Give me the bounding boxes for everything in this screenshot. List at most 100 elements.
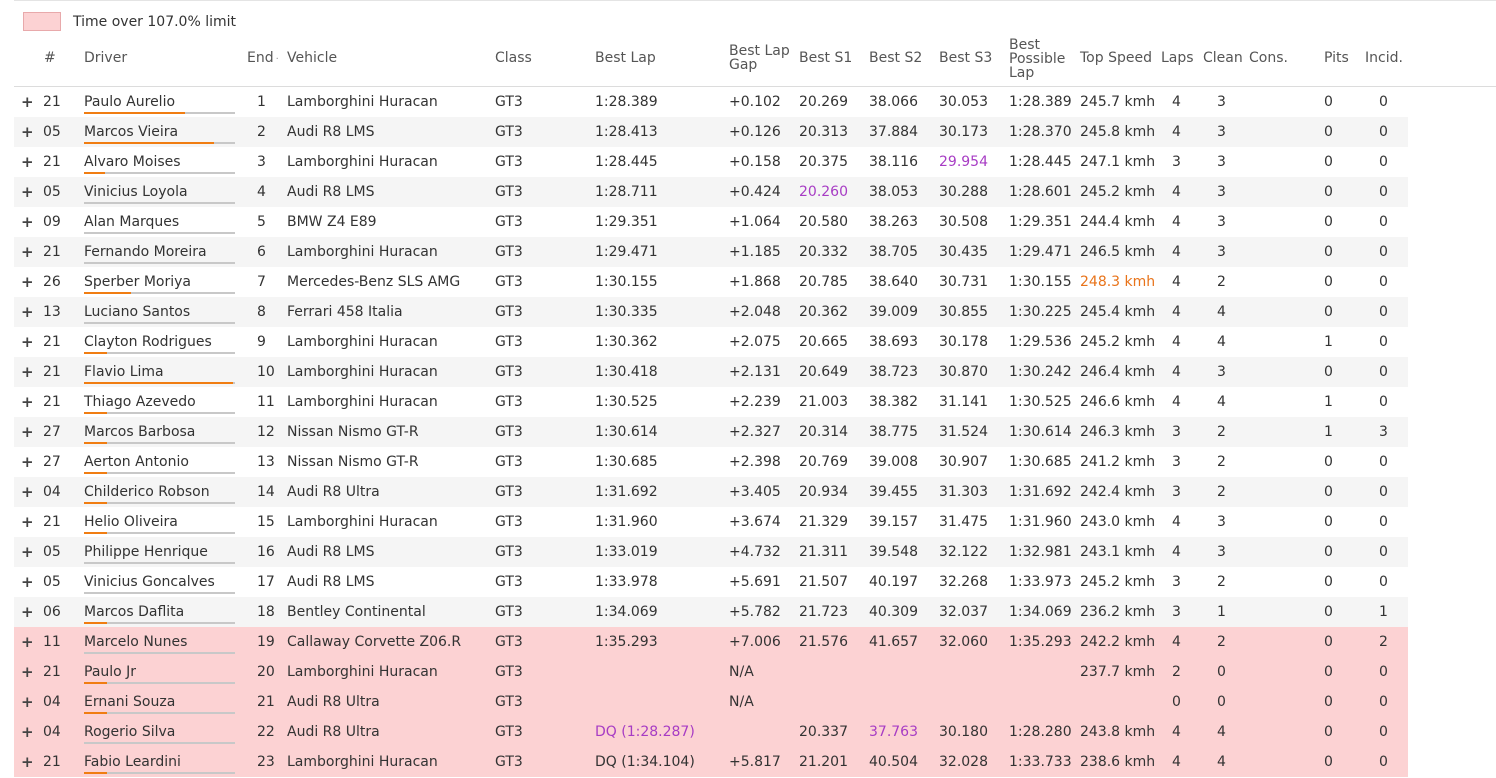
header-best-s3[interactable]: Best S3 bbox=[939, 51, 992, 65]
table-row[interactable]: +05 17 Audi R8 LMS GT3 1:33.978 +5.691 21.507 4… bbox=[14, 567, 1408, 597]
expand-row-icon[interactable]: + bbox=[21, 507, 34, 537]
expand-row-icon[interactable]: + bbox=[21, 297, 34, 327]
header-class[interactable]: Class bbox=[495, 51, 532, 65]
expand-row-icon[interactable]: + bbox=[21, 237, 34, 267]
table-row[interactable]: +04 21 Audi R8 Ultra GT3 N/A 0 0 0 0 Ernani Souza bbox=[14, 687, 1408, 717]
table-row[interactable]: +13 8 Ferrari 458 Italia GT3 1:30.335 +2.048 2… bbox=[14, 297, 1408, 327]
header-vehicle[interactable]: Vehicle bbox=[287, 51, 337, 65]
expand-row-icon[interactable]: + bbox=[21, 177, 34, 207]
driver-name-link[interactable]: Fabio Leardini bbox=[84, 754, 181, 770]
header-end[interactable]: End · bbox=[247, 51, 281, 67]
table-row[interactable]: +21 3 Lamborghini Huracan GT3 1:28.445 +0.158… bbox=[14, 147, 1408, 177]
expand-row-icon[interactable]: + bbox=[21, 657, 34, 687]
table-row[interactable]: +27 12 Nissan Nismo GT-R GT3 1:30.614 +2.327 2… bbox=[14, 417, 1408, 447]
expand-row-icon[interactable]: + bbox=[21, 387, 34, 417]
table-row[interactable]: +21 15 Lamborghini Huracan GT3 1:31.960 +3.67… bbox=[14, 507, 1408, 537]
driver-name-link[interactable]: Paulo Jr bbox=[84, 664, 136, 680]
driver-name-link[interactable]: Vinicius Loyola bbox=[84, 184, 188, 200]
table-row[interactable]: +27 13 Nissan Nismo GT-R GT3 1:30.685 +2.398 2… bbox=[14, 447, 1408, 477]
driver-name-link[interactable]: Flavio Lima bbox=[84, 364, 164, 380]
table-row[interactable]: +04 22 Audi R8 Ultra GT3 DQ (1:28.287) 20.337… bbox=[14, 717, 1408, 747]
header-best-s1[interactable]: Best S1 bbox=[799, 51, 852, 65]
header-best-lap-gap[interactable]: Best Lap Gap bbox=[729, 44, 790, 72]
expand-row-icon[interactable]: + bbox=[21, 357, 34, 387]
driver-name-link[interactable]: Aerton Antonio bbox=[84, 454, 189, 470]
car-number: 05 bbox=[43, 124, 61, 140]
header-top-speed[interactable]: Top Speed bbox=[1080, 51, 1152, 65]
driver-name-link[interactable]: Paulo Aurelio bbox=[84, 94, 175, 110]
table-row[interactable]: +05 2 Audi R8 LMS GT3 1:28.413 +0.126 20.313 37… bbox=[14, 117, 1408, 147]
table-row[interactable]: +26 7 Mercedes-Benz SLS AMG GT3 1:30.155 +1.8… bbox=[14, 267, 1408, 297]
expand-row-icon[interactable]: + bbox=[21, 87, 34, 117]
table-row[interactable]: +21 6 Lamborghini Huracan GT3 1:29.471 +1.185… bbox=[14, 237, 1408, 267]
header-laps[interactable]: Laps bbox=[1161, 51, 1194, 65]
driver-name-link[interactable]: Philippe Henrique bbox=[84, 544, 208, 560]
expand-row-icon[interactable]: + bbox=[21, 147, 34, 177]
expand-row-icon[interactable]: + bbox=[21, 327, 34, 357]
table-row[interactable]: +21 1 Lamborghini Huracan GT3 1:28.389 +0.102… bbox=[14, 87, 1408, 117]
header-driver[interactable]: Driver bbox=[84, 51, 127, 65]
table-row[interactable]: +05 4 Audi R8 LMS GT3 1:28.711 +0.424 20.260 38… bbox=[14, 177, 1408, 207]
car-number: 27 bbox=[43, 454, 61, 470]
table-body: +21 1 Lamborghini Huracan GT3 1:28.389 +0.102… bbox=[14, 87, 1408, 777]
expand-row-icon[interactable]: + bbox=[21, 747, 34, 777]
driver-name-link[interactable]: Marcos Daflita bbox=[84, 604, 184, 620]
laps-cell: 4 bbox=[1172, 544, 1181, 560]
best-s2-cell: 38.775 bbox=[869, 424, 918, 440]
expand-row-icon[interactable]: + bbox=[21, 447, 34, 477]
driver-cell: Paulo Aurelio bbox=[84, 87, 235, 117]
table-row[interactable]: +05 16 Audi R8 LMS GT3 1:33.019 +4.732 21.311 3… bbox=[14, 537, 1408, 567]
table-row[interactable]: +21 10 Lamborghini Huracan GT3 1:30.418 +2.13… bbox=[14, 357, 1408, 387]
header-pits[interactable]: Pits bbox=[1324, 51, 1349, 65]
incidents-cell: 0 bbox=[1379, 544, 1388, 560]
expand-row-icon[interactable]: + bbox=[21, 207, 34, 237]
car-number: 27 bbox=[43, 424, 61, 440]
header-best-s2[interactable]: Best S2 bbox=[869, 51, 922, 65]
driver-name-link[interactable]: Marcos Vieira bbox=[84, 124, 178, 140]
pits-cell: 1 bbox=[1324, 394, 1333, 410]
header-best-possible-lap[interactable]: Best Possible Lap bbox=[1009, 38, 1065, 80]
header-cons[interactable]: Cons. bbox=[1249, 51, 1288, 65]
table-row[interactable]: +21 9 Lamborghini Huracan GT3 1:30.362 +2.075… bbox=[14, 327, 1408, 357]
driver-name-link[interactable]: Ernani Souza bbox=[84, 694, 175, 710]
expand-row-icon[interactable]: + bbox=[21, 117, 34, 147]
driver-name-link[interactable]: Childerico Robson bbox=[84, 484, 210, 500]
table-row[interactable]: +11 19 Callaway Corvette Z06.R GT3 1:35.293 +… bbox=[14, 627, 1408, 657]
header-best-lap[interactable]: Best Lap bbox=[595, 51, 656, 65]
driver-name-link[interactable]: Clayton Rodrigues bbox=[84, 334, 212, 350]
driver-name-link[interactable]: Sperber Moriya bbox=[84, 274, 191, 290]
expand-row-icon[interactable]: + bbox=[21, 417, 34, 447]
header-num[interactable]: # bbox=[44, 51, 56, 65]
table-row[interactable]: +04 14 Audi R8 Ultra GT3 1:31.692 +3.405 20.93… bbox=[14, 477, 1408, 507]
table-row[interactable]: +06 18 Bentley Continental GT3 1:34.069 +5.78… bbox=[14, 597, 1408, 627]
driver-name-link[interactable]: Marcos Barbosa bbox=[84, 424, 195, 440]
driver-name-link[interactable]: Luciano Santos bbox=[84, 304, 190, 320]
expand-row-icon[interactable]: + bbox=[21, 477, 34, 507]
expand-row-icon[interactable]: + bbox=[21, 597, 34, 627]
table-row[interactable]: +21 11 Lamborghini Huracan GT3 1:30.525 +2.23… bbox=[14, 387, 1408, 417]
expand-row-icon[interactable]: + bbox=[21, 537, 34, 567]
driver-name-link[interactable]: Helio Oliveira bbox=[84, 514, 178, 530]
expand-row-icon[interactable]: + bbox=[21, 267, 34, 297]
end-position: 16 bbox=[257, 544, 275, 560]
header-clean[interactable]: Clean bbox=[1203, 51, 1243, 65]
driver-name-link[interactable]: Rogerio Silva bbox=[84, 724, 175, 740]
vehicle-name: Lamborghini Huracan bbox=[287, 334, 438, 350]
top-speed-cell: 247.1 kmh bbox=[1080, 154, 1156, 170]
expand-row-icon[interactable]: + bbox=[21, 627, 34, 657]
driver-name-link[interactable]: Thiago Azevedo bbox=[84, 394, 196, 410]
table-row[interactable]: +21 23 Lamborghini Huracan GT3 DQ (1:34.104)… bbox=[14, 747, 1408, 777]
driver-name-link[interactable]: Alvaro Moises bbox=[84, 154, 181, 170]
driver-name-link[interactable]: Fernando Moreira bbox=[84, 244, 207, 260]
driver-name-link[interactable]: Alan Marques bbox=[84, 214, 179, 230]
table-row[interactable]: +09 5 BMW Z4 E89 GT3 1:29.351 +1.064 20.580 38.… bbox=[14, 207, 1408, 237]
expand-row-icon[interactable]: + bbox=[21, 687, 34, 717]
vehicle-name: Lamborghini Huracan bbox=[287, 394, 438, 410]
header-incid[interactable]: Incid. bbox=[1365, 51, 1403, 65]
expand-row-icon[interactable]: + bbox=[21, 567, 34, 597]
expand-row-icon[interactable]: + bbox=[21, 717, 34, 747]
driver-name-link[interactable]: Vinicius Goncalves bbox=[84, 574, 215, 590]
table-row[interactable]: +21 20 Lamborghini Huracan GT3 N/A 237.7 kmh 2… bbox=[14, 657, 1408, 687]
driver-name-link[interactable]: Marcelo Nunes bbox=[84, 634, 187, 650]
best-s1-cell: 20.785 bbox=[799, 274, 848, 290]
